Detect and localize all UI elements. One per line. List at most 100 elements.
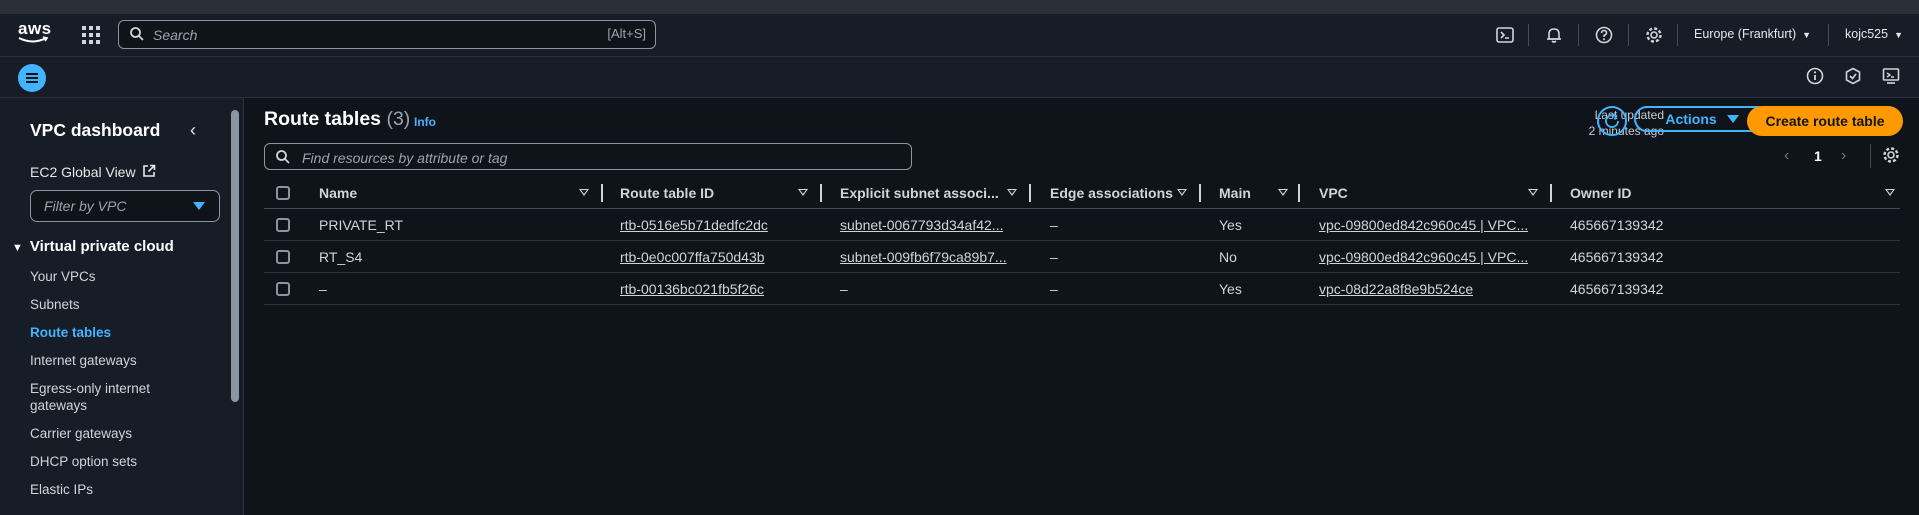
route-tables-table: Name Route table ID Explicit subnet asso… bbox=[264, 178, 1900, 305]
main-content: Route tables (3) Info Last updated 2 min… bbox=[244, 98, 1919, 515]
global-search[interactable]: [Alt+S] bbox=[118, 20, 656, 49]
cell-route-table-id-link[interactable]: rtb-00136bc021fb5f26c bbox=[620, 273, 764, 304]
column-resizer[interactable] bbox=[820, 184, 822, 202]
sort-icon[interactable] bbox=[798, 189, 808, 196]
column-header-explicit-subnet[interactable]: Explicit subnet associ... bbox=[840, 178, 999, 208]
sidebar-item-subnets[interactable]: Subnets bbox=[30, 296, 190, 313]
sidebar-item-your-vpcs[interactable]: Your VPCs bbox=[30, 268, 190, 285]
services-grid-icon[interactable] bbox=[82, 26, 100, 44]
column-header-route-table-id[interactable]: Route table ID bbox=[620, 178, 714, 208]
region-selector[interactable]: Europe (Frankfurt) ▼ bbox=[1694, 27, 1811, 41]
top-navigation: aws [Alt+S] Europe bbox=[0, 14, 1919, 57]
search-shortcut-hint: [Alt+S] bbox=[607, 26, 646, 41]
nav-divider bbox=[1828, 24, 1829, 46]
gear-icon[interactable] bbox=[1645, 26, 1665, 46]
column-resizer[interactable] bbox=[1550, 184, 1552, 202]
cell-main: No bbox=[1219, 248, 1237, 265]
feedback-icon[interactable] bbox=[1844, 67, 1864, 87]
select-all-checkbox[interactable] bbox=[276, 178, 290, 208]
cell-owner-id: 465667139342 bbox=[1570, 216, 1664, 233]
table-row[interactable]: PRIVATE_RT rtb-0516e5b71dedfc2dc subnet-… bbox=[264, 209, 1900, 241]
column-header-owner-id[interactable]: Owner ID bbox=[1570, 178, 1631, 208]
table-preferences-gear-icon[interactable] bbox=[1882, 146, 1900, 164]
column-resizer[interactable] bbox=[1029, 184, 1031, 202]
cloudshell-icon[interactable] bbox=[1496, 26, 1516, 46]
nav-divider bbox=[1628, 24, 1629, 46]
sidebar: VPC dashboard ‹ EC2 Global View Filter b… bbox=[0, 98, 244, 515]
caret-down-icon: ▼ bbox=[12, 242, 23, 254]
column-resizer[interactable] bbox=[1199, 184, 1201, 202]
cell-subnet-link[interactable]: subnet-009fb6f79ca89b7... bbox=[840, 241, 1007, 272]
ec2-global-view-link[interactable]: EC2 Global View bbox=[30, 164, 156, 180]
sidebar-item-egress-only-internet-gateways[interactable]: Egress-only internet gateways bbox=[30, 380, 190, 414]
info-circle-icon[interactable] bbox=[1806, 67, 1826, 87]
sidebar-item-carrier-gateways[interactable]: Carrier gateways bbox=[30, 425, 190, 442]
pager-divider bbox=[1870, 144, 1871, 168]
current-page-number[interactable]: 1 bbox=[1814, 148, 1822, 164]
sort-icon[interactable] bbox=[1007, 189, 1017, 196]
column-header-edge-associations[interactable]: Edge associations bbox=[1050, 178, 1173, 208]
column-header-name[interactable]: Name bbox=[319, 178, 357, 208]
cell-vpc-link[interactable]: vpc-09800ed842c960c45 | VPC... bbox=[1319, 241, 1528, 272]
page-title: Route tables (3) bbox=[264, 108, 410, 131]
collapse-sidebar-icon[interactable]: ‹ bbox=[190, 120, 196, 141]
cell-route-table-id-link[interactable]: rtb-0516e5b71dedfc2dc bbox=[620, 209, 768, 240]
table-row[interactable]: – rtb-00136bc021fb5f26c – – Yes vpc-08d2… bbox=[264, 273, 1900, 305]
column-header-main[interactable]: Main bbox=[1219, 178, 1251, 208]
sidebar-item-dhcp-option-sets[interactable]: DHCP option sets bbox=[30, 453, 190, 470]
nav-divider bbox=[1528, 24, 1529, 46]
sidebar-section-virtual-private-cloud[interactable]: ▼ Virtual private cloud bbox=[12, 238, 174, 255]
account-menu[interactable]: kojc525 ▼ bbox=[1845, 27, 1903, 41]
filter-by-vpc-select[interactable]: Filter by VPC bbox=[30, 190, 220, 222]
sort-icon[interactable] bbox=[1278, 189, 1288, 196]
route-table-count: (3) bbox=[386, 108, 411, 130]
sort-icon[interactable] bbox=[579, 189, 589, 196]
cell-vpc-link[interactable]: vpc-09800ed842c960c45 | VPC... bbox=[1319, 209, 1528, 240]
sidebar-scrollbar[interactable] bbox=[230, 98, 240, 515]
column-header-vpc[interactable]: VPC bbox=[1319, 178, 1348, 208]
info-link[interactable]: Info bbox=[414, 115, 436, 129]
column-resizer[interactable] bbox=[1298, 184, 1300, 202]
column-resizer[interactable] bbox=[601, 184, 603, 202]
cell-subnet-link[interactable]: subnet-0067793d34af42... bbox=[840, 209, 1003, 240]
user-label: kojc525 bbox=[1845, 27, 1889, 41]
row-checkbox[interactable] bbox=[276, 241, 290, 272]
global-search-input[interactable] bbox=[151, 24, 575, 46]
row-checkbox[interactable] bbox=[276, 273, 290, 304]
external-link-icon bbox=[143, 164, 156, 177]
scrollbar-thumb[interactable] bbox=[231, 110, 239, 402]
sort-icon[interactable] bbox=[1885, 189, 1895, 196]
caret-down-icon bbox=[193, 202, 205, 210]
cell-edge-associations: – bbox=[1050, 248, 1058, 265]
caret-down-icon: ▼ bbox=[1894, 30, 1904, 40]
nav-divider bbox=[1677, 24, 1678, 46]
row-checkbox[interactable] bbox=[276, 209, 290, 240]
cell-main: Yes bbox=[1219, 216, 1242, 233]
next-page-button[interactable]: › bbox=[1841, 147, 1846, 165]
page-title-text: Route tables bbox=[264, 108, 382, 130]
refresh-button[interactable] bbox=[1597, 106, 1627, 136]
resource-filter[interactable] bbox=[264, 143, 912, 170]
nav-divider bbox=[1578, 24, 1579, 46]
create-route-table-button[interactable]: Create route table bbox=[1747, 106, 1903, 136]
sort-icon[interactable] bbox=[1177, 189, 1187, 196]
sidebar-item-route-tables[interactable]: Route tables bbox=[30, 324, 190, 341]
cell-subnet: – bbox=[840, 280, 848, 297]
menu-toggle-button[interactable] bbox=[18, 64, 46, 92]
cell-name: PRIVATE_RT bbox=[319, 216, 404, 233]
previous-page-button[interactable]: ‹ bbox=[1784, 147, 1789, 165]
screen-cast-icon[interactable] bbox=[1882, 67, 1902, 87]
sort-icon[interactable] bbox=[1528, 189, 1538, 196]
help-icon[interactable] bbox=[1595, 26, 1615, 46]
sidebar-item-elastic-ips[interactable]: Elastic IPs bbox=[30, 481, 190, 498]
cell-vpc-link[interactable]: vpc-08d22a8f8e9b524ce bbox=[1319, 273, 1473, 304]
actions-button-label: Actions bbox=[1665, 111, 1717, 127]
aws-logo-text: aws bbox=[18, 19, 52, 38]
cell-route-table-id-link[interactable]: rtb-0e0c007ffa750d43b bbox=[620, 241, 765, 272]
sidebar-item-internet-gateways[interactable]: Internet gateways bbox=[30, 352, 190, 369]
bell-icon[interactable] bbox=[1545, 26, 1565, 46]
search-icon bbox=[130, 27, 144, 41]
resource-filter-input[interactable] bbox=[300, 147, 894, 168]
table-row[interactable]: RT_S4 rtb-0e0c007ffa750d43b subnet-009fb… bbox=[264, 241, 1900, 273]
aws-logo[interactable]: aws bbox=[18, 20, 54, 50]
